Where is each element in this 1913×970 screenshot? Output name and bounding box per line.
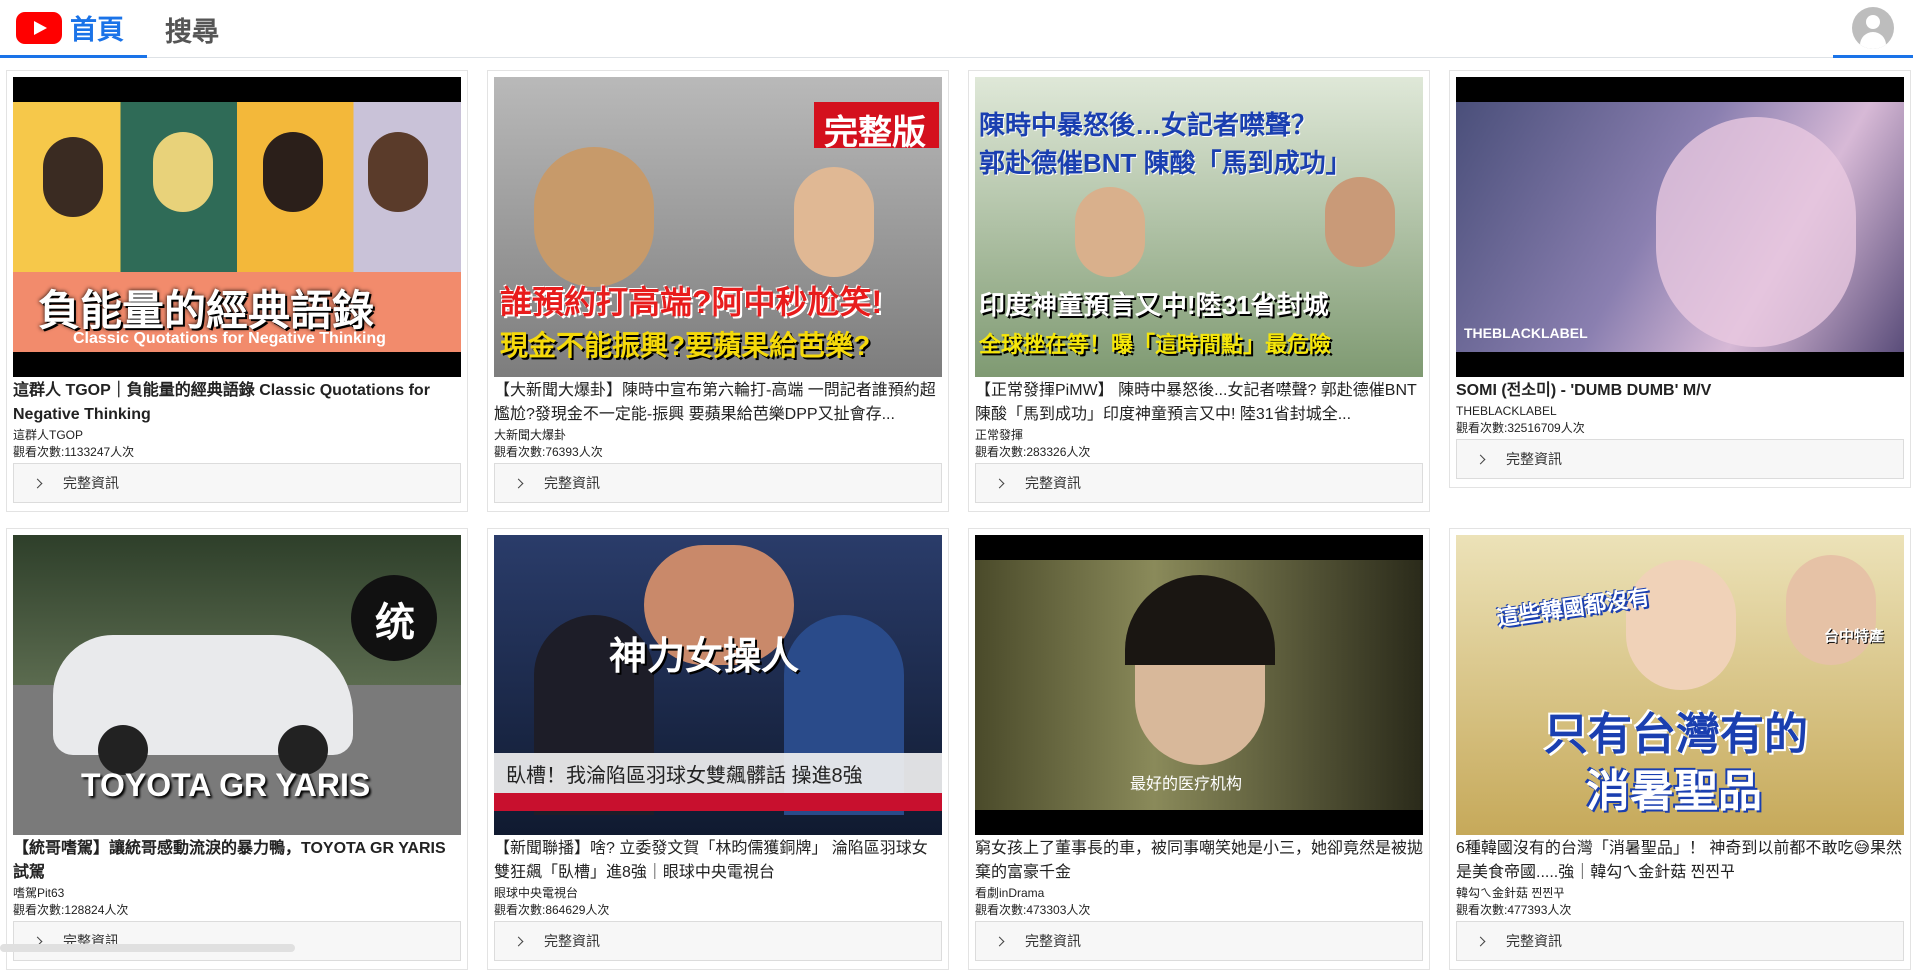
video-title[interactable]: 6種韓國沒有的台灣「消暑聖品」！ 神奇到以前都不敢吃😅果然是美食帝國.....強…	[1456, 837, 1904, 885]
details-button[interactable]: 完整資訊	[13, 463, 461, 503]
details-label: 完整資訊	[544, 931, 600, 951]
view-count: 觀看次數:283326人次	[975, 444, 1423, 461]
thumbnail-badge: 完整版	[824, 105, 926, 154]
details-button[interactable]: 完整資訊	[13, 921, 461, 961]
video-card[interactable]: 最好的医疗机构 窮女孩上了董事長的車，被同事嘲笑她是小三，她卻竟然是被拋棄的富豪…	[968, 528, 1430, 970]
top-nav-bar: 首頁 搜尋	[0, 0, 1913, 58]
channel-name[interactable]: 看劇inDrama	[975, 885, 1423, 902]
thumbnail-caption: 陳時中暴怒後…女記者噤聲？	[979, 105, 1317, 142]
tab-search[interactable]: 搜尋	[165, 0, 219, 58]
channel-name[interactable]: THEBLACKLABEL	[1456, 403, 1904, 420]
horizontal-scrollbar[interactable]	[0, 944, 295, 952]
thumbnail-caption-3: 印度神童預言又中!陸31省封城	[979, 285, 1329, 322]
video-thumbnail[interactable]: 陳時中暴怒後…女記者噤聲？ 郭赴德催BNT 陳酸「馬到成功」 印度神童預言又中!…	[975, 77, 1423, 377]
details-button[interactable]: 完整資訊	[494, 463, 942, 503]
channel-name[interactable]: 眼球中央電視台	[494, 885, 942, 902]
youtube-logo-icon	[16, 12, 62, 44]
video-thumbnail[interactable]: 统 TOYOTA GR YARIS	[13, 535, 461, 835]
chevron-right-icon	[1476, 936, 1486, 946]
news-ticker: 臥槽！我淪陷區羽球女雙飆髒話 操進8強	[506, 759, 863, 788]
view-count: 觀看次數:76393人次	[494, 444, 942, 461]
tab-home-label: 首頁	[70, 8, 124, 47]
details-label: 完整資訊	[1025, 473, 1081, 493]
thumbnail-caption: 神力女操人	[609, 625, 799, 680]
video-thumbnail[interactable]: 最好的医疗机构	[975, 535, 1423, 835]
avatar-icon[interactable]	[1852, 7, 1894, 49]
details-button[interactable]: 完整資訊	[1456, 439, 1904, 479]
chevron-right-icon	[995, 478, 1005, 488]
chevron-right-icon	[995, 936, 1005, 946]
video-card[interactable]: 神力女操人 臥槽！我淪陷區羽球女雙飆髒話 操進8強 【新聞聯播】啥? 立委發文賀…	[487, 528, 949, 970]
view-count: 觀看次數:864629人次	[494, 902, 942, 919]
chevron-right-icon	[514, 478, 524, 488]
video-card[interactable]: 這些韓國都沒有 台中特產 只有台灣有的 消暑聖品 6種韓國沒有的台灣「消暑聖品」…	[1449, 528, 1911, 970]
video-title[interactable]: 【正常發揮PiMW】 陳時中暴怒後...女記者噤聲? 郭赴德催BNT 陳酸「馬到…	[975, 379, 1423, 427]
video-card[interactable]: 完整版 誰預約打高端?阿中秒尬笑! 現金不能振興?要蘋果給芭樂? 【大新聞大爆卦…	[487, 70, 949, 512]
chevron-right-icon	[1476, 454, 1486, 464]
video-card[interactable]: THEBLACKLABEL SOMI (전소미) - 'DUMB DUMB' M…	[1449, 70, 1911, 488]
channel-name[interactable]: 這群人TGOP	[13, 427, 461, 444]
video-title[interactable]: 【大新聞大爆卦】陳時中宣布第六輪打-高端 一問記者誰預約超尷尬?發現金不一定能-…	[494, 379, 942, 427]
view-count: 觀看次數:477393人次	[1456, 902, 1904, 919]
video-title[interactable]: 【新聞聯播】啥? 立委發文賀「林昀儒獲銅牌」 淪陷區羽球女雙狂飆「臥槽」進8強｜…	[494, 837, 942, 885]
details-label: 完整資訊	[544, 473, 600, 493]
view-count: 觀看次數:128824人次	[13, 902, 461, 919]
account-tab[interactable]	[1833, 0, 1913, 58]
video-thumbnail[interactable]: 神力女操人 臥槽！我淪陷區羽球女雙飆髒話 操進8強	[494, 535, 942, 835]
thumbnail-watermark: THEBLACKLABEL	[1464, 325, 1588, 341]
details-label: 完整資訊	[1506, 449, 1562, 469]
video-title[interactable]: 這群人 TGOP｜負能量的經典語錄 Classic Quotations for…	[13, 379, 461, 427]
video-card[interactable]: 負能量的經典語錄 Classic Quotations for Negative…	[6, 70, 468, 512]
chevron-right-icon	[514, 936, 524, 946]
thumbnail-caption: 誰預約打高端?阿中秒尬笑!	[500, 277, 882, 323]
view-count: 觀看次數:1133247人次	[13, 444, 461, 461]
details-button[interactable]: 完整資訊	[975, 463, 1423, 503]
video-card[interactable]: 统 TOYOTA GR YARIS 【統哥嗜駕】讓統哥感動流淚的暴力鴨，TOYO…	[6, 528, 468, 970]
channel-name[interactable]: 韓勾ㄟ金針菇 찐찐꾸	[1456, 885, 1904, 902]
video-card[interactable]: 陳時中暴怒後…女記者噤聲？ 郭赴德催BNT 陳酸「馬到成功」 印度神童預言又中!…	[968, 70, 1430, 512]
tab-home[interactable]: 首頁	[0, 0, 147, 58]
details-label: 完整資訊	[1506, 931, 1562, 951]
view-count: 觀看次數:32516709人次	[1456, 420, 1904, 437]
thumbnail-caption: TOYOTA GR YARIS	[81, 767, 370, 804]
details-button[interactable]: 完整資訊	[975, 921, 1423, 961]
video-title[interactable]: SOMI (전소미) - 'DUMB DUMB' M/V	[1456, 379, 1904, 403]
video-title[interactable]: 窮女孩上了董事長的車，被同事嘲笑她是小三，她卻竟然是被拋棄的富豪千金	[975, 837, 1423, 885]
video-thumbnail[interactable]: 負能量的經典語錄 Classic Quotations for Negative…	[13, 77, 461, 377]
video-title[interactable]: 【統哥嗜駕】讓統哥感動流淚的暴力鴨，TOYOTA GR YARIS 試駕	[13, 837, 461, 885]
channel-name[interactable]: 嗜駕Pit63	[13, 885, 461, 902]
channel-badge: 统	[375, 590, 415, 648]
view-count: 觀看次數:473303人次	[975, 902, 1423, 919]
channel-name[interactable]: 正常發揮	[975, 427, 1423, 444]
thumbnail-caption-4: 全球挫在等！曝「這時間點」最危險	[979, 327, 1331, 359]
thumbnail-subcaption: 消暑聖品	[1586, 755, 1762, 819]
details-button[interactable]: 完整資訊	[494, 921, 942, 961]
chevron-right-icon	[33, 478, 43, 488]
details-label: 完整資訊	[63, 473, 119, 493]
thumbnail-subcaption: Classic Quotations for Negative Thinking	[73, 330, 386, 348]
thumbnail-caption: 負能量的經典語錄	[38, 277, 374, 338]
video-thumbnail[interactable]: 這些韓國都沒有 台中特產 只有台灣有的 消暑聖品	[1456, 535, 1904, 835]
thumbnail-caption: 只有台灣有的	[1544, 698, 1808, 762]
video-thumbnail[interactable]: 完整版 誰預約打高端?阿中秒尬笑! 現金不能振興?要蘋果給芭樂?	[494, 77, 942, 377]
details-label: 完整資訊	[1025, 931, 1081, 951]
tab-search-label: 搜尋	[165, 10, 219, 49]
thumbnail-tag: 台中特產	[1824, 625, 1884, 646]
channel-name[interactable]: 大新聞大爆卦	[494, 427, 942, 444]
thumbnail-subcaption: 現金不能振興?要蘋果給芭樂?	[500, 324, 870, 364]
subtitle-caption: 最好的医疗机构	[1130, 770, 1242, 794]
details-button[interactable]: 完整資訊	[1456, 921, 1904, 961]
video-thumbnail[interactable]: THEBLACKLABEL	[1456, 77, 1904, 377]
thumbnail-caption-2: 郭赴德催BNT 陳酸「馬到成功」	[979, 143, 1352, 180]
